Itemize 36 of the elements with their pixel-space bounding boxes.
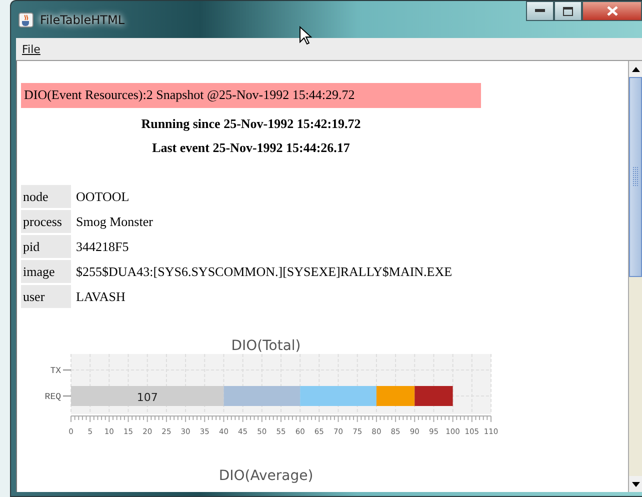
table-header-cell: process: [21, 210, 71, 233]
maximize-icon: [563, 6, 573, 16]
chart-title: DIO(Total): [230, 338, 302, 354]
chart-title: DIO(Average): [218, 468, 314, 484]
axis-label: TX: [50, 366, 72, 376]
y-tick-label: REQ: [44, 392, 61, 402]
y-tick-label: TX: [50, 366, 62, 376]
down-triangle-icon: [632, 482, 640, 486]
table-header-cell: image: [21, 260, 71, 283]
table-cell-text: 344218F5: [75, 238, 130, 256]
table-cell-text: Smog Monster: [75, 213, 154, 231]
up-triangle-icon: [632, 66, 640, 72]
last-event-text: Last event 25-Nov-1992 15:44:26.17: [152, 140, 350, 156]
table-cell-text: $255$DUA43:[SYS6.SYSCOMMON.][SYSEXE]RALLY$MAIN.EXE: [75, 263, 454, 281]
scroll-up-button[interactable]: [629, 61, 642, 77]
maximize-button[interactable]: [554, 1, 582, 21]
mouse-pointer-icon: [299, 26, 312, 45]
scrollbar-thumb[interactable]: [629, 77, 642, 277]
close-button[interactable]: [582, 1, 642, 21]
vertical-scrollbar[interactable]: [628, 61, 642, 492]
close-icon: [606, 6, 618, 16]
java-cup-icon: [18, 12, 34, 28]
table-header-cell: user: [21, 285, 71, 308]
running-since-text: Running since 25-Nov-1992 15:42:19.72: [141, 116, 361, 132]
table-header-cell: node: [21, 185, 71, 208]
window-title: FileTableHTML: [40, 12, 125, 26]
minimize-icon: [535, 9, 545, 13]
scroll-down-button[interactable]: [629, 476, 642, 492]
snapshot-banner: DIO(Event Resources):2 Snapshot @25-Nov-1992 15:44:29.72: [21, 83, 481, 108]
data-label: 107: [136, 391, 158, 404]
table-header-cell: pid: [21, 235, 71, 258]
axis-label: REQ: [44, 392, 72, 402]
table-cell-text: LAVASH: [75, 288, 126, 306]
minimize-button[interactable]: [526, 1, 554, 21]
table-cell-text: OOTOOL: [75, 188, 130, 206]
menu-item[interactable]: File: [22, 42, 40, 56]
